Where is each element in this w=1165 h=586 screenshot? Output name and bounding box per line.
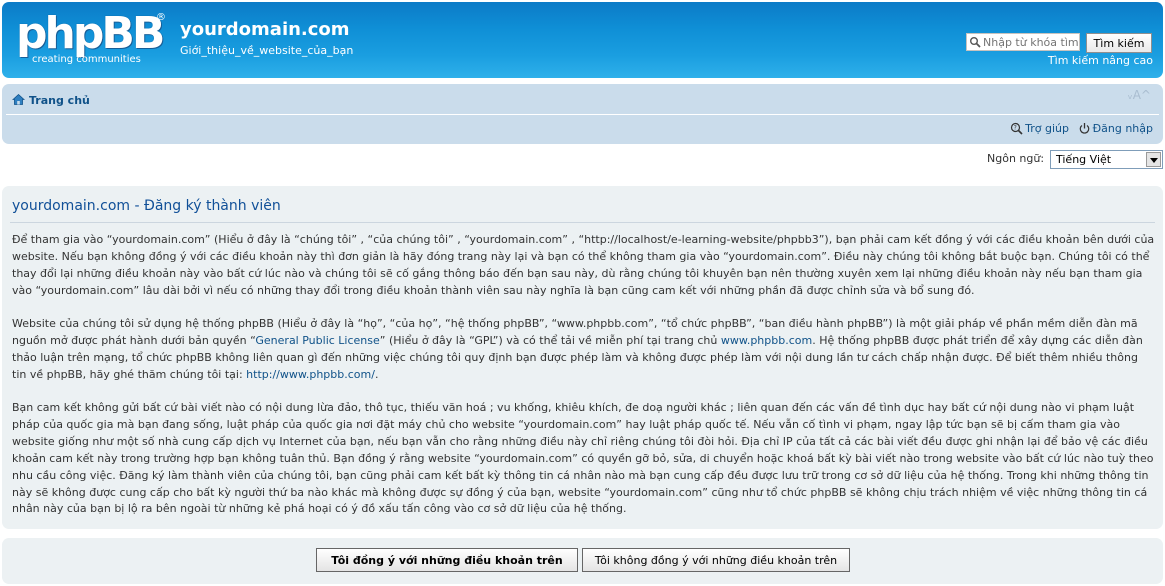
login-link-label: Đăng nhập <box>1092 122 1153 135</box>
language-select[interactable]: Tiếng Việt <box>1050 150 1163 169</box>
search-button[interactable]: Tìm kiếm <box>1086 33 1152 53</box>
site-title: yourdomain.com <box>180 19 350 40</box>
power-icon <box>1079 123 1089 134</box>
font-size-change[interactable]: ᵥA^ <box>1128 88 1151 102</box>
navbar: Trang chủ ᵥA^ ? Trợ giúp Đăng nhập <box>2 84 1163 144</box>
breadcrumb-home[interactable]: Trang chủ <box>12 93 90 107</box>
terms-text: ” (Hiểu ở đây là “GPL”) và có thể tải về… <box>379 333 721 347</box>
login-link[interactable]: Đăng nhập <box>1078 122 1153 135</box>
logo-text: phpBB <box>16 8 165 59</box>
phpbb-site-link[interactable]: www.phpbb.com <box>721 334 812 347</box>
language-label: Ngôn ngữ: <box>987 152 1045 165</box>
navbar-divider <box>6 114 1159 115</box>
terms-panel: yourdomain.com - Đăng ký thành viên Để t… <box>2 186 1163 529</box>
site-description: Giới_thiệu_về_website_của_bạn <box>180 44 354 57</box>
gpl-link[interactable]: General Public License <box>255 334 379 347</box>
agree-button[interactable]: Tôi đồng ý với những điều khoản trên <box>316 548 578 572</box>
terms-paragraph-2: Website của chúng tôi sử dụng hệ thống p… <box>12 316 1155 384</box>
registered-mark: ® <box>156 12 166 23</box>
search-input[interactable] <box>966 33 1080 51</box>
search-icon <box>970 37 981 48</box>
page-title: yourdomain.com - Đăng ký thành viên <box>12 198 281 214</box>
title-divider <box>10 222 1155 223</box>
phpbb-logo[interactable]: phpBB ® creating communities <box>16 10 176 70</box>
breadcrumb-home-label: Trang chủ <box>29 94 90 107</box>
terms-paragraph-1: Để tham gia vào “yourdomain.com” (Hiểu ở… <box>12 233 1155 297</box>
disagree-button[interactable]: Tôi không đồng ý với những điều khoản tr… <box>582 548 850 572</box>
logo-tagline: creating communities <box>32 54 141 65</box>
terms-paragraph-3: Bạn cam kết không gửi bất cứ bài viết nà… <box>12 401 1154 516</box>
faq-link-label: Trợ giúp <box>1025 122 1069 135</box>
home-icon <box>12 93 25 105</box>
phpbb-url-link[interactable]: http://www.phpbb.com/ <box>246 368 375 381</box>
help-icon: ? <box>1011 122 1023 135</box>
svg-text:?: ? <box>1014 125 1017 132</box>
faq-link[interactable]: ? Trợ giúp <box>1010 122 1069 135</box>
advanced-search-link[interactable]: Tìm kiếm nâng cao <box>1048 54 1153 67</box>
chevron-down-icon[interactable] <box>1146 152 1161 167</box>
action-bar: Tôi đồng ý với những điều khoản trên Tôi… <box>2 538 1163 584</box>
terms-text: . <box>374 367 379 381</box>
language-selected: Tiếng Việt <box>1056 153 1112 166</box>
